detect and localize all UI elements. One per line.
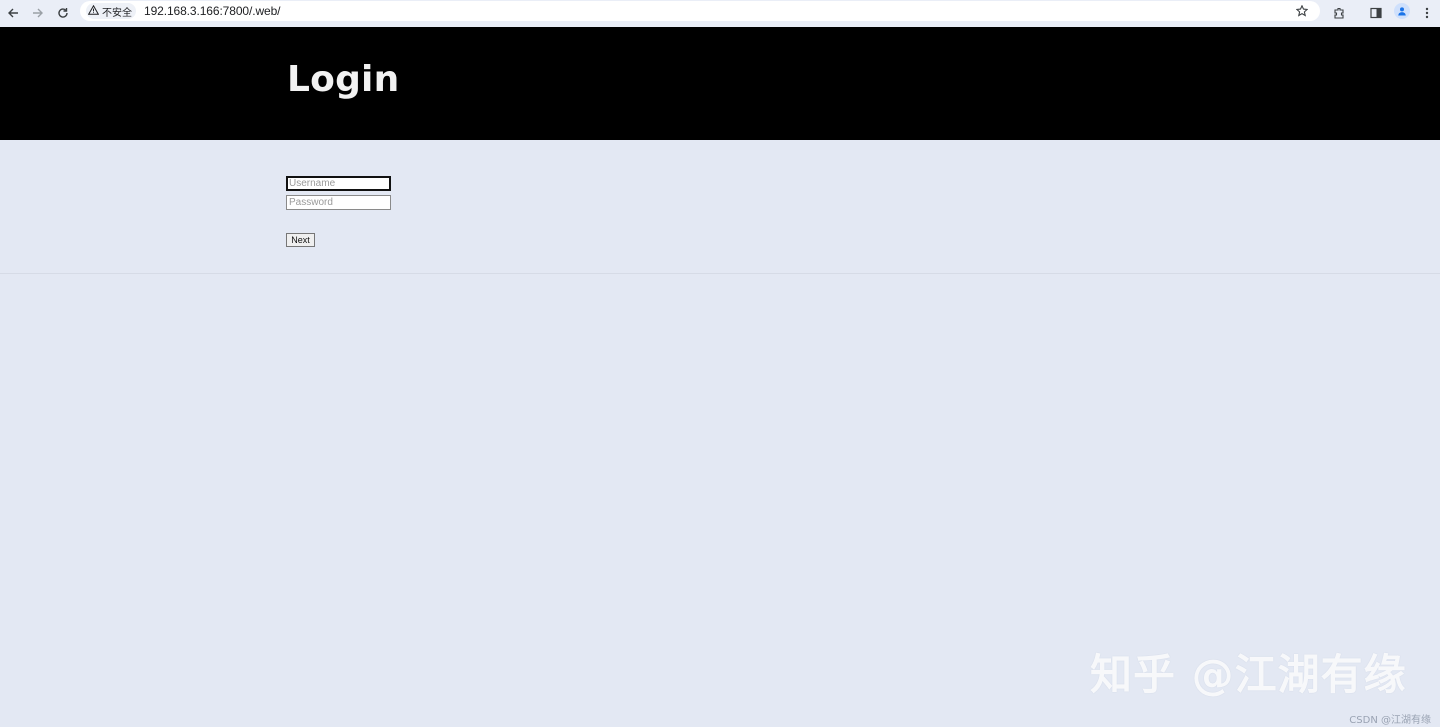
profile-icon[interactable] bbox=[1394, 3, 1410, 19]
security-label: 不安全 bbox=[102, 7, 132, 19]
password-input[interactable] bbox=[286, 195, 391, 210]
username-input[interactable] bbox=[286, 176, 391, 191]
extensions-icon[interactable] bbox=[1328, 2, 1350, 24]
back-icon[interactable] bbox=[2, 2, 24, 24]
watermark-text: 知乎 @江湖有缘 bbox=[1090, 650, 1407, 699]
credit-text: CSDN @江湖有缘 bbox=[1349, 715, 1431, 726]
login-form: Next bbox=[0, 140, 1440, 274]
reload-icon[interactable] bbox=[52, 2, 74, 24]
side-panel-icon[interactable] bbox=[1365, 2, 1387, 24]
star-icon[interactable] bbox=[1294, 3, 1310, 19]
menu-icon[interactable] bbox=[1416, 2, 1438, 24]
forward-icon[interactable] bbox=[27, 2, 49, 24]
next-button[interactable]: Next bbox=[286, 233, 315, 247]
security-chip[interactable]: 不安全 bbox=[86, 3, 136, 19]
browser-toolbar: 不安全 192.168.3.166:7800/.web/ bbox=[0, 0, 1440, 27]
page-title: Login bbox=[287, 59, 400, 100]
page-header: Login bbox=[0, 27, 1440, 140]
warning-icon bbox=[87, 4, 100, 18]
url-text[interactable]: 192.168.3.166:7800/.web/ bbox=[144, 4, 280, 18]
address-bar[interactable]: 不安全 192.168.3.166:7800/.web/ bbox=[80, 1, 1320, 21]
